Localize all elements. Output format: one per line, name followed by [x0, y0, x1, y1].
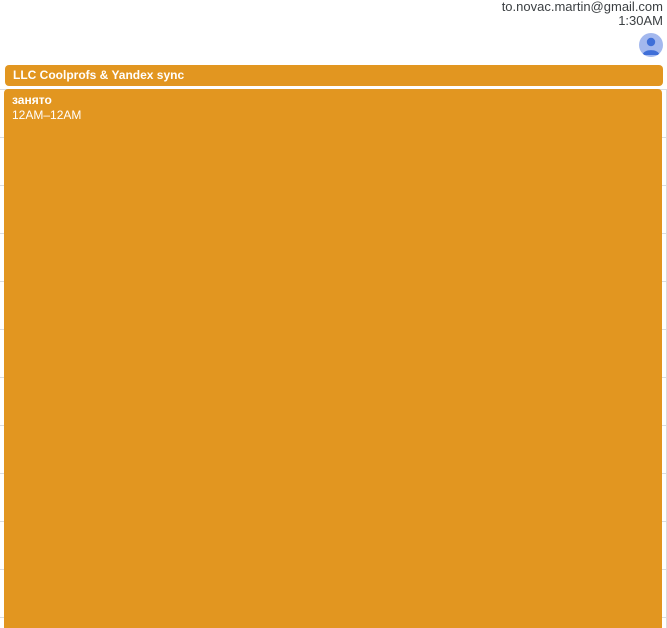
- timed-event[interactable]: занято 12AM–12AM: [4, 89, 662, 628]
- timed-event-time: 12AM–12AM: [12, 108, 82, 122]
- calendar-day-view: to.novac.martin@gmail.com 1:30AM LLC Coo…: [0, 0, 667, 628]
- all-day-event[interactable]: LLC Coolprofs & Yandex sync: [5, 65, 663, 86]
- avatar[interactable]: [639, 33, 663, 57]
- all-day-event-title: LLC Coolprofs & Yandex sync: [13, 68, 185, 82]
- person-avatar-icon: [642, 37, 660, 55]
- account-email: to.novac.martin@gmail.com: [501, 0, 663, 14]
- current-time: 1:30AM: [618, 13, 663, 28]
- timed-event-title: занято: [12, 93, 52, 107]
